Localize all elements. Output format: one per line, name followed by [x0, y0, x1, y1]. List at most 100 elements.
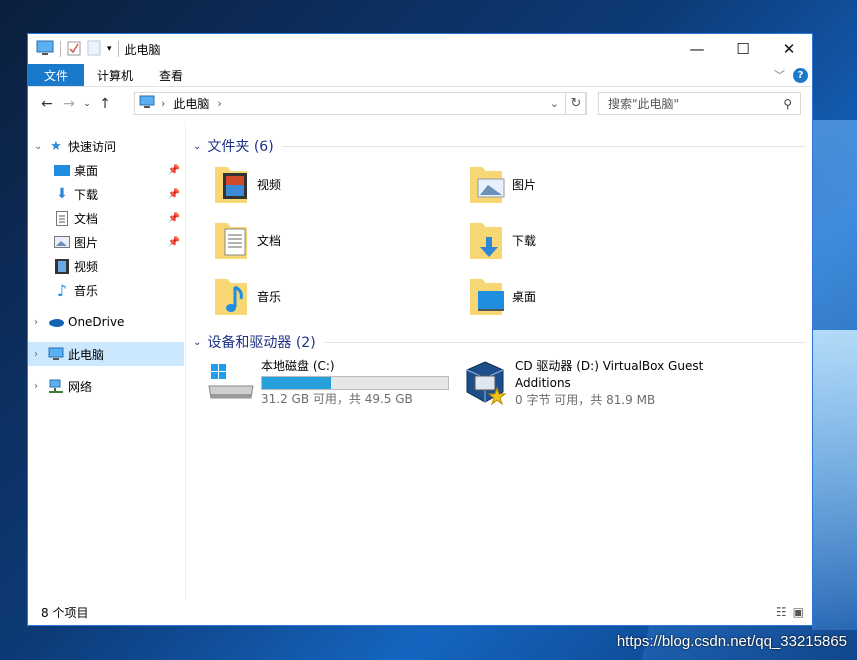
- window-title: 此电脑: [124, 42, 161, 57]
- expand-chevron-icon[interactable]: ›: [34, 317, 48, 328]
- download-arrow-icon: ⬇: [56, 186, 68, 202]
- pin-icon[interactable]: 📌: [168, 189, 180, 200]
- folder-label: 文档: [257, 233, 282, 248]
- nav-network[interactable]: › 网络: [28, 374, 184, 398]
- computer-icon[interactable]: [36, 40, 54, 59]
- search-input[interactable]: 搜索"此电脑" ⚲: [598, 92, 801, 115]
- nav-label: 快速访问: [68, 139, 117, 154]
- expand-chevron-icon[interactable]: ›: [34, 381, 48, 392]
- tab-view[interactable]: 查看: [146, 64, 196, 86]
- help-icon[interactable]: ?: [793, 67, 808, 83]
- nav-quick-access[interactable]: ⌄ ★ 快速访问: [28, 134, 184, 158]
- minimize-button[interactable]: —: [674, 34, 720, 64]
- address-dropdown-icon[interactable]: ⌄: [550, 97, 559, 110]
- new-folder-icon[interactable]: [87, 40, 101, 59]
- folder-tile-documents[interactable]: 文档: [193, 216, 433, 264]
- recent-locations-chevron-icon[interactable]: ⌄: [80, 99, 94, 109]
- desktop-light: [812, 330, 857, 630]
- collapse-chevron-icon[interactable]: ⌄: [193, 141, 201, 152]
- drive-name: 本地磁盘 (C:): [261, 359, 335, 373]
- drive-usage-bar: [261, 376, 449, 390]
- navigation-pane: ⌄ ★ 快速访问 桌面 📌 ⬇ 下载 📌 文档 📌 图片 📌 视频 ♪ 音乐 ›…: [28, 122, 186, 600]
- nav-music[interactable]: ♪ 音乐: [28, 278, 184, 302]
- ribbon-tabs: 文件 计算机 查看 ﹀ ?: [28, 64, 812, 87]
- document-folder-icon: [211, 217, 251, 263]
- chevron-right-icon[interactable]: ›: [161, 97, 165, 110]
- toolbar-separator: [60, 41, 61, 57]
- nav-this-pc[interactable]: › 此电脑: [28, 342, 184, 366]
- nav-label: 下载: [74, 187, 99, 202]
- refresh-icon[interactable]: ↻: [565, 92, 587, 115]
- up-arrow-icon[interactable]: ↑: [94, 96, 116, 112]
- tab-file[interactable]: 文件: [28, 64, 84, 86]
- navigation-bar: ← → ⌄ ↑ › 此电脑 › ⌄ ↻ 搜索"此电脑" ⚲: [28, 87, 812, 121]
- folder-label: 下载: [512, 233, 537, 248]
- group-divider: [323, 341, 805, 343]
- drive-tile-d[interactable]: CD 驱动器 (D:) VirtualBox Guest Additions 0…: [461, 358, 761, 418]
- desktop-icon: [54, 162, 70, 178]
- nav-label: 桌面: [74, 163, 99, 178]
- properties-icon[interactable]: [67, 40, 81, 59]
- forward-arrow-icon[interactable]: →: [58, 96, 80, 112]
- nav-downloads[interactable]: ⬇ 下载 📌: [28, 182, 184, 206]
- group-title: 设备和驱动器 (2): [207, 335, 316, 351]
- group-header-folders[interactable]: ⌄ 文件夹 (6): [193, 136, 805, 156]
- computer-icon: [48, 346, 64, 362]
- folder-tile-music[interactable]: 音乐: [193, 272, 433, 320]
- tab-computer[interactable]: 计算机: [84, 64, 146, 86]
- folder-tile-desktop[interactable]: 桌面: [448, 272, 688, 320]
- large-icons-view-icon[interactable]: ▣: [793, 605, 804, 619]
- folder-tile-pictures[interactable]: 图片: [448, 160, 688, 208]
- network-icon: [48, 378, 64, 394]
- expand-chevron-icon[interactable]: ⌄: [34, 141, 48, 152]
- pin-icon[interactable]: 📌: [168, 237, 180, 248]
- nav-label: OneDrive: [68, 315, 125, 329]
- folder-label: 图片: [512, 177, 537, 192]
- back-arrow-icon[interactable]: ←: [36, 96, 58, 112]
- search-icon[interactable]: ⚲: [783, 97, 792, 111]
- video-folder-icon: [211, 161, 251, 207]
- film-strip-icon: [54, 258, 70, 274]
- pin-icon[interactable]: 📌: [168, 213, 180, 224]
- nav-onedrive[interactable]: › OneDrive: [28, 310, 184, 334]
- cloud-icon: [48, 314, 64, 330]
- group-header-devices[interactable]: ⌄ 设备和驱动器 (2): [193, 332, 805, 352]
- drive-tile-c[interactable]: 本地磁盘 (C:) 31.2 GB 可用，共 49.5 GB: [207, 358, 449, 418]
- nav-label: 音乐: [74, 283, 99, 298]
- folder-label: 桌面: [512, 289, 537, 304]
- folder-label: 音乐: [257, 289, 282, 304]
- nav-documents[interactable]: 文档 📌: [28, 206, 184, 230]
- nav-pictures[interactable]: 图片 📌: [28, 230, 184, 254]
- collapse-chevron-icon[interactable]: ⌄: [193, 337, 201, 348]
- folder-tile-videos[interactable]: 视频: [193, 160, 433, 208]
- close-button[interactable]: ✕: [766, 34, 812, 64]
- customize-dropdown-icon[interactable]: ▾: [107, 44, 112, 54]
- nav-desktop[interactable]: 桌面 📌: [28, 158, 184, 182]
- maximize-button[interactable]: ☐: [720, 34, 766, 64]
- watermark: https://blog.csdn.net/qq_33215865: [616, 633, 847, 650]
- drive-free-space: 31.2 GB 可用，共 49.5 GB: [261, 392, 413, 406]
- breadcrumb[interactable]: 此电脑: [173, 95, 209, 112]
- drive-free-space: 0 字节 可用，共 81.9 MB: [515, 393, 656, 407]
- group-title: 文件夹 (6): [207, 139, 274, 155]
- status-bar: 8 个项目 ☷ ▣: [28, 599, 812, 625]
- expand-chevron-icon[interactable]: ›: [34, 349, 48, 360]
- document-icon: [54, 210, 70, 226]
- nav-label: 文档: [74, 211, 99, 226]
- pin-icon[interactable]: 📌: [168, 165, 180, 176]
- item-count: 8 个项目: [41, 605, 89, 620]
- folder-label: 视频: [257, 177, 282, 192]
- drive-name: CD 驱动器 (D:) VirtualBox Guest: [515, 359, 704, 373]
- address-bar[interactable]: › 此电脑 › ⌄: [134, 92, 586, 115]
- chevron-down-icon[interactable]: ﹀: [774, 67, 785, 83]
- nav-videos[interactable]: 视频: [28, 254, 184, 278]
- drive-name-continued: Additions: [515, 376, 571, 390]
- title-bar[interactable]: ▾ 此电脑 — ☐ ✕: [28, 34, 812, 64]
- drive-usage-fill: [262, 377, 331, 389]
- virtualbox-cd-icon: [461, 358, 509, 406]
- chevron-right-icon[interactable]: ›: [217, 97, 221, 110]
- folder-tile-downloads[interactable]: 下载: [448, 216, 688, 264]
- details-view-icon[interactable]: ☷: [776, 605, 787, 619]
- local-disk-icon: [207, 358, 255, 406]
- download-folder-icon: [466, 217, 506, 263]
